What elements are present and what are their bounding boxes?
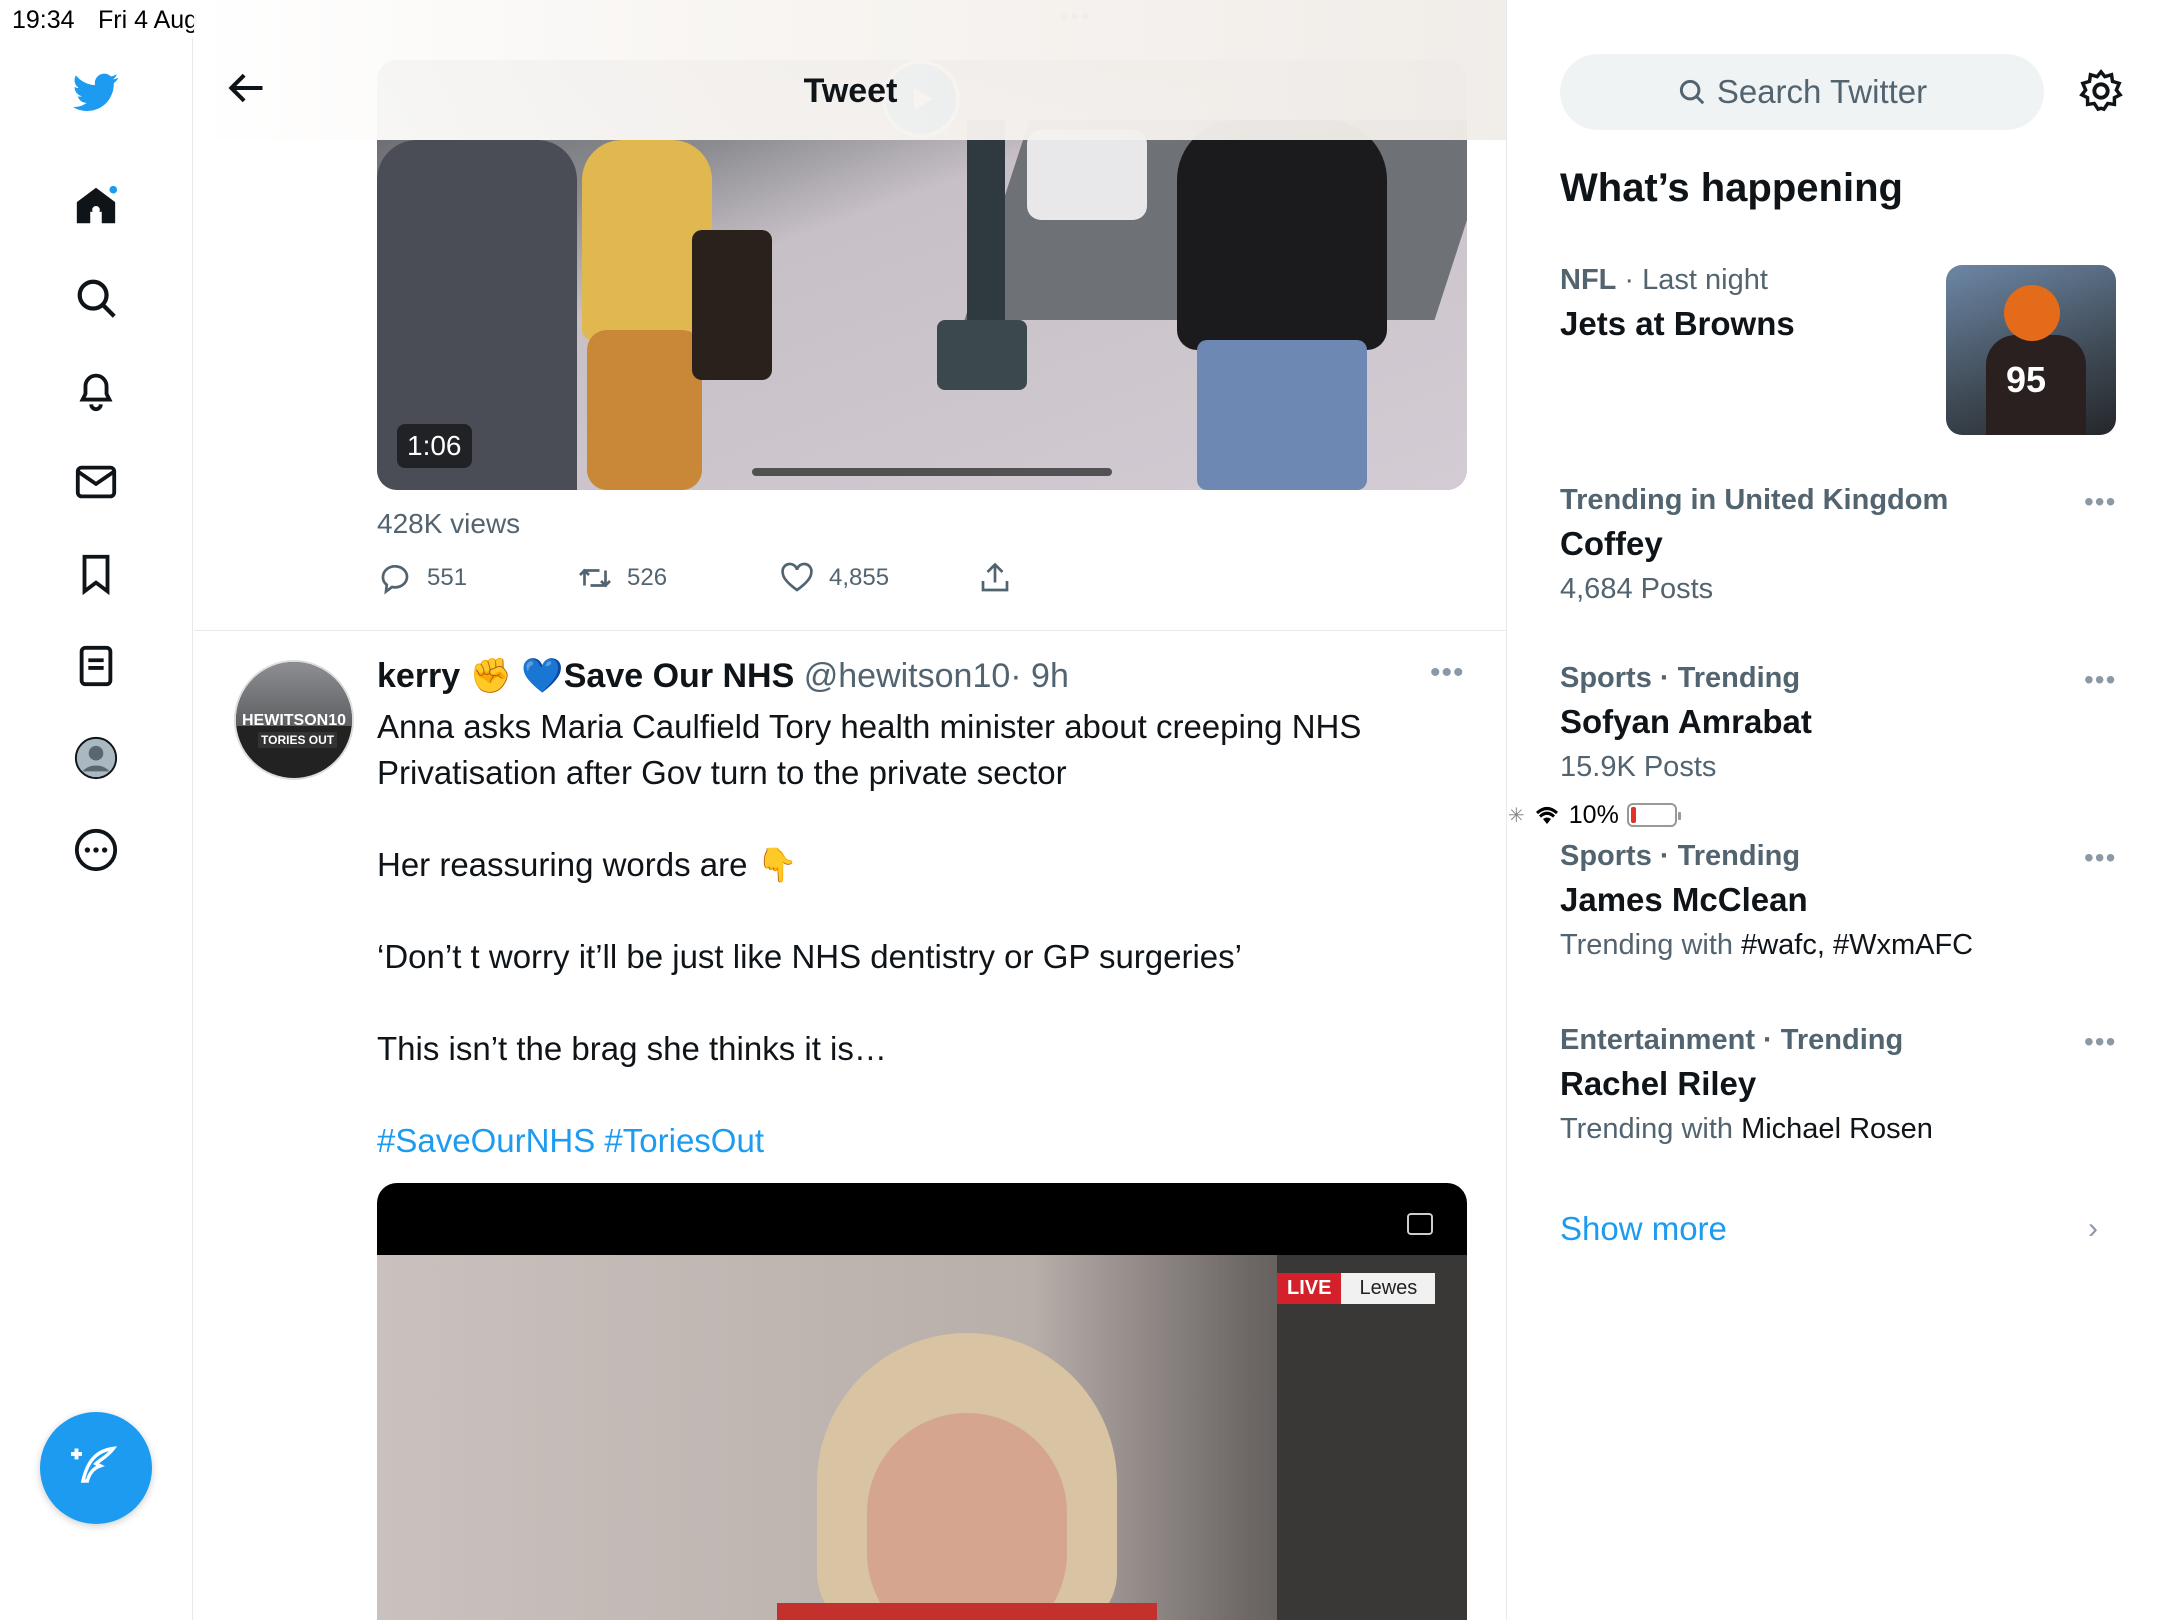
left-nav (0, 38, 193, 1620)
trend-related[interactable]: #wafc, #WxmAFC (1741, 929, 1973, 961)
tweet-time[interactable]: · 9h (1010, 657, 1069, 695)
trend-title: Sofyan Amrabat (1560, 703, 1812, 740)
tweet-more-icon[interactable]: ••• (1430, 656, 1465, 690)
reply-icon (381, 565, 409, 595)
retweet-count: 526 (627, 564, 668, 591)
trend-meta: · Last night (1616, 264, 1768, 296)
trend-thumbnail[interactable]: 95 (1946, 265, 2116, 435)
search-placeholder: Search Twitter (1716, 73, 1928, 110)
avatar-text: HEWITSON10 (242, 712, 347, 729)
tweet-text-line-3: Her reassuring words are 👇 (377, 846, 798, 883)
nav-explore-icon[interactable] (68, 270, 124, 326)
trend-post-count: 15.9K Posts (1560, 751, 1717, 783)
live-location: Lewes (1341, 1273, 1436, 1304)
tweet-header: Tweet (194, 0, 1506, 140)
right-sidebar: Search Twitter What’s happening NFL · La… (1508, 0, 2160, 1620)
reply-button[interactable]: 551 (377, 560, 467, 596)
trend-sub-label: Trending with (1560, 929, 1742, 961)
tweet-author-line: kerry ✊ 💙Save Our NHS @hewitson10· 9h (377, 656, 1069, 696)
trend-more-icon[interactable]: ••• (2084, 664, 2116, 696)
video-scrub-bar[interactable] (752, 468, 1112, 476)
trend-title: Rachel Riley (1560, 1065, 1757, 1102)
status-time: 19:34 (12, 6, 75, 34)
tweet-text-line-5: This isn’t the brag she thinks it is… (377, 1030, 887, 1067)
tweet-actions: 551 526 4,855 (377, 560, 1377, 604)
trend-item[interactable]: Trending in United Kingdom Coffey 4,684 … (1560, 484, 2120, 606)
trend-title: James McClean (1560, 881, 1808, 918)
tweet-text-line-2: Privatisation after Gov turn to the priv… (377, 754, 1067, 791)
author-avatar[interactable]: HEWITSON10 TORIES OUT (234, 660, 354, 780)
status-date: Fri 4 Aug (98, 6, 199, 34)
trend-post-count: 4,684 Posts (1560, 573, 1714, 605)
video-player-2[interactable]: LIVE Lewes (377, 1183, 1467, 1620)
trend-category: Sports · Trending (1560, 662, 1801, 694)
live-label: LIVE (1277, 1273, 1342, 1304)
like-button[interactable]: 4,855 (779, 560, 889, 596)
chevron-right-icon: › (2088, 1212, 2098, 1245)
trend-category: Entertainment · Trending (1560, 1024, 1904, 1056)
tweet-text-line-4: ‘Don’t t worry it’ll be just like NHS de… (377, 938, 1242, 975)
trend-item[interactable]: Entertainment · Trending Rachel Riley Tr… (1560, 1024, 2120, 1146)
heart-icon (781, 562, 813, 592)
tweet-divider (194, 630, 1506, 631)
nav-more-icon[interactable] (68, 822, 124, 878)
trend-item[interactable]: Sports · Trending Sofyan Amrabat 15.9K P… (1560, 662, 2120, 784)
nav-notifications-icon[interactable] (68, 362, 124, 418)
captions-off-icon[interactable] (1407, 1213, 1433, 1235)
trend-category: Trending in United Kingdom (1560, 484, 1949, 516)
thumbnail-jersey-number: 95 (2006, 359, 2047, 400)
retweet-button[interactable]: 526 (577, 560, 667, 596)
trend-more-icon[interactable]: ••• (2084, 842, 2116, 874)
retweet-icon (579, 568, 611, 588)
nav-lists-icon[interactable] (68, 638, 124, 694)
compose-feather-icon (71, 1446, 118, 1483)
nav-messages-icon[interactable] (68, 454, 124, 510)
search-icon (1679, 79, 1705, 105)
twitter-logo-icon[interactable] (68, 64, 124, 120)
trend-more-icon[interactable]: ••• (2084, 486, 2116, 518)
share-icon (981, 562, 1009, 592)
video-duration: 1:06 (397, 424, 472, 468)
whats-happening-title: What’s happening (1560, 166, 1903, 210)
main-column: 1:06 Tweet 428K views 551 526 4,855 HEWI… (194, 0, 1507, 1620)
nav-home-icon[interactable] (68, 178, 124, 234)
trend-more-icon[interactable]: ••• (2084, 1026, 2116, 1058)
search-input[interactable]: Search Twitter (1560, 54, 2044, 130)
trend-title: Coffey (1560, 525, 1663, 562)
live-badge: LIVE Lewes (1277, 1273, 1436, 1304)
share-button[interactable] (977, 560, 1013, 596)
compose-tweet-button[interactable] (40, 1412, 152, 1524)
like-count: 4,855 (829, 564, 890, 591)
nav-bookmarks-icon[interactable] (68, 546, 124, 602)
nav-profile-avatar[interactable] (68, 730, 124, 786)
trend-item[interactable]: Sports · Trending James McClean Trending… (1560, 840, 2120, 962)
trend-category: NFL (1560, 264, 1617, 296)
tweet-hashtags[interactable]: #SaveOurNHS #ToriesOut (377, 1118, 1457, 1164)
page-title: Tweet (803, 72, 898, 110)
tweet-text-line-1: Anna asks Maria Caulfield Tory health mi… (377, 708, 1362, 745)
settings-gear-icon[interactable] (2078, 68, 2124, 114)
author-handle[interactable]: @hewitson10 (804, 657, 1011, 695)
avatar-subtext: TORIES OUT (258, 732, 338, 748)
author-name[interactable]: kerry ✊ 💙Save Our NHS (377, 657, 794, 695)
trend-related[interactable]: Michael Rosen (1741, 1113, 1933, 1145)
reply-count: 551 (427, 564, 468, 591)
view-count: 428K views (377, 508, 521, 539)
show-more-link[interactable]: Show more (1560, 1210, 1727, 1248)
trend-sub-label: Trending with (1560, 1113, 1742, 1145)
trend-category: Sports · Trending (1560, 840, 1801, 872)
